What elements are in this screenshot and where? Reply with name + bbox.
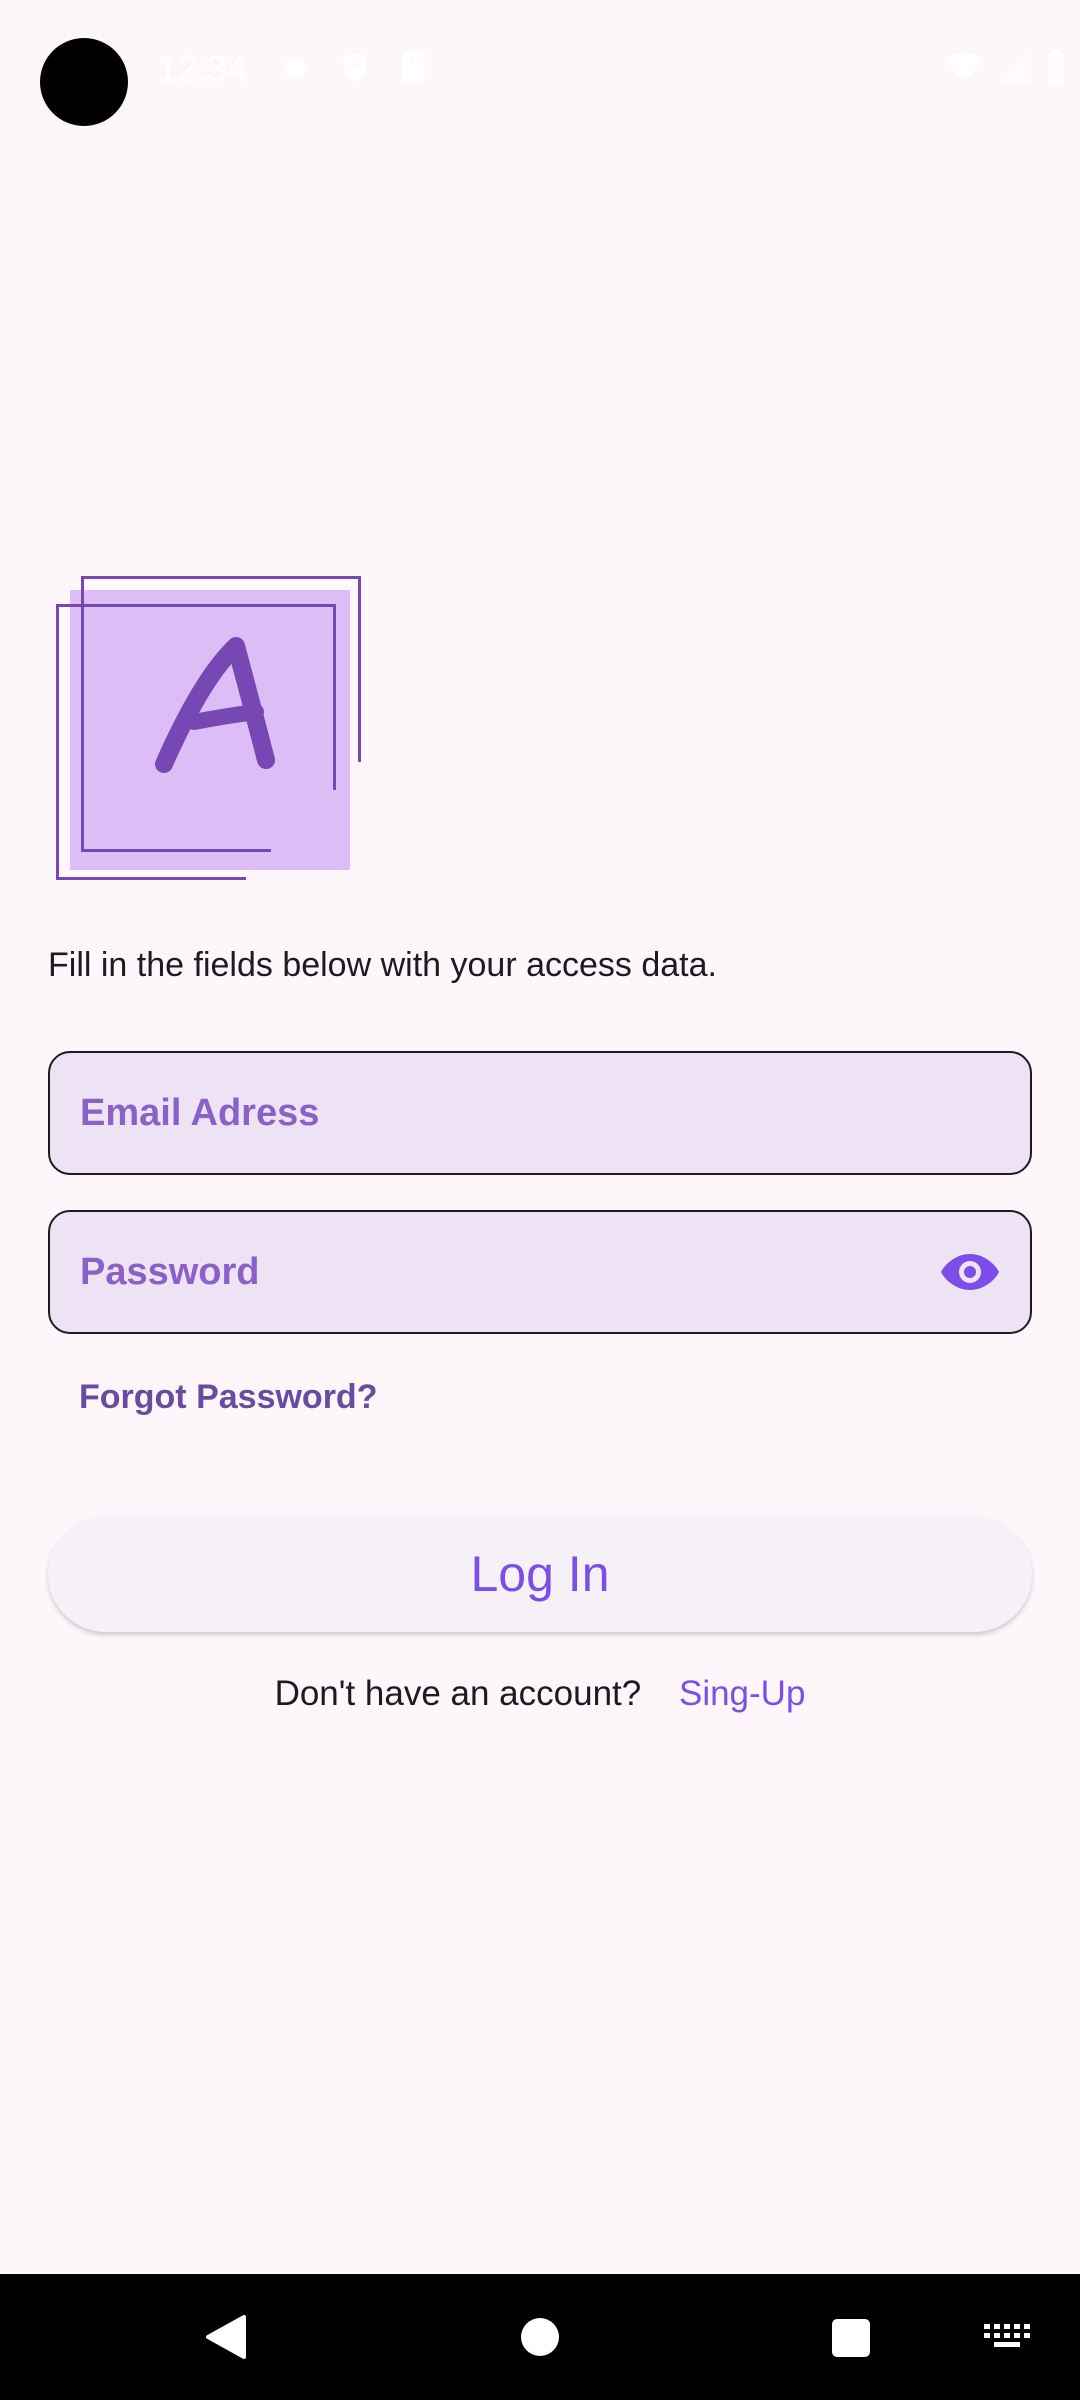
password-field[interactable] — [48, 1210, 1032, 1334]
forgot-password-link[interactable]: Forgot Password? — [79, 1378, 377, 1417]
home-icon[interactable] — [521, 2318, 559, 2356]
status-bar: 12:34 — [0, 0, 1080, 136]
intro-text: Fill in the fields below with your acces… — [48, 946, 717, 984]
sd-card-icon — [401, 51, 425, 83]
camera-cutout — [40, 38, 128, 126]
logo-frame-front-right — [333, 604, 336, 790]
logo-letter-a — [155, 637, 275, 773]
signup-link[interactable]: Sing-Up — [679, 1674, 805, 1713]
logo-frame-back-right — [358, 576, 361, 762]
status-icons-left — [278, 50, 428, 84]
app-logo — [54, 574, 364, 884]
location-icon — [343, 52, 367, 82]
email-field[interactable] — [48, 1051, 1032, 1175]
gear-icon — [284, 55, 307, 79]
wifi-icon — [944, 52, 984, 82]
login-button[interactable]: Log In — [48, 1516, 1032, 1632]
signal-icon — [999, 51, 1031, 83]
back-icon[interactable] — [204, 2314, 246, 2360]
signup-question: Don't have an account? — [274, 1674, 642, 1713]
battery-icon — [1048, 50, 1064, 84]
recents-icon[interactable] — [832, 2319, 870, 2357]
status-time: 12:34 — [157, 48, 248, 89]
logo-frame-front-bottom — [56, 877, 246, 880]
status-icons-right — [944, 50, 1066, 84]
navigation-bar — [0, 2274, 1080, 2400]
email-input[interactable] — [50, 1052, 962, 1174]
eye-icon[interactable] — [940, 1250, 1000, 1294]
password-input[interactable] — [50, 1211, 962, 1333]
keyboard-icon[interactable] — [984, 2324, 1030, 2348]
signup-row: Don't have an account? Sing-Up — [0, 1674, 1080, 1714]
